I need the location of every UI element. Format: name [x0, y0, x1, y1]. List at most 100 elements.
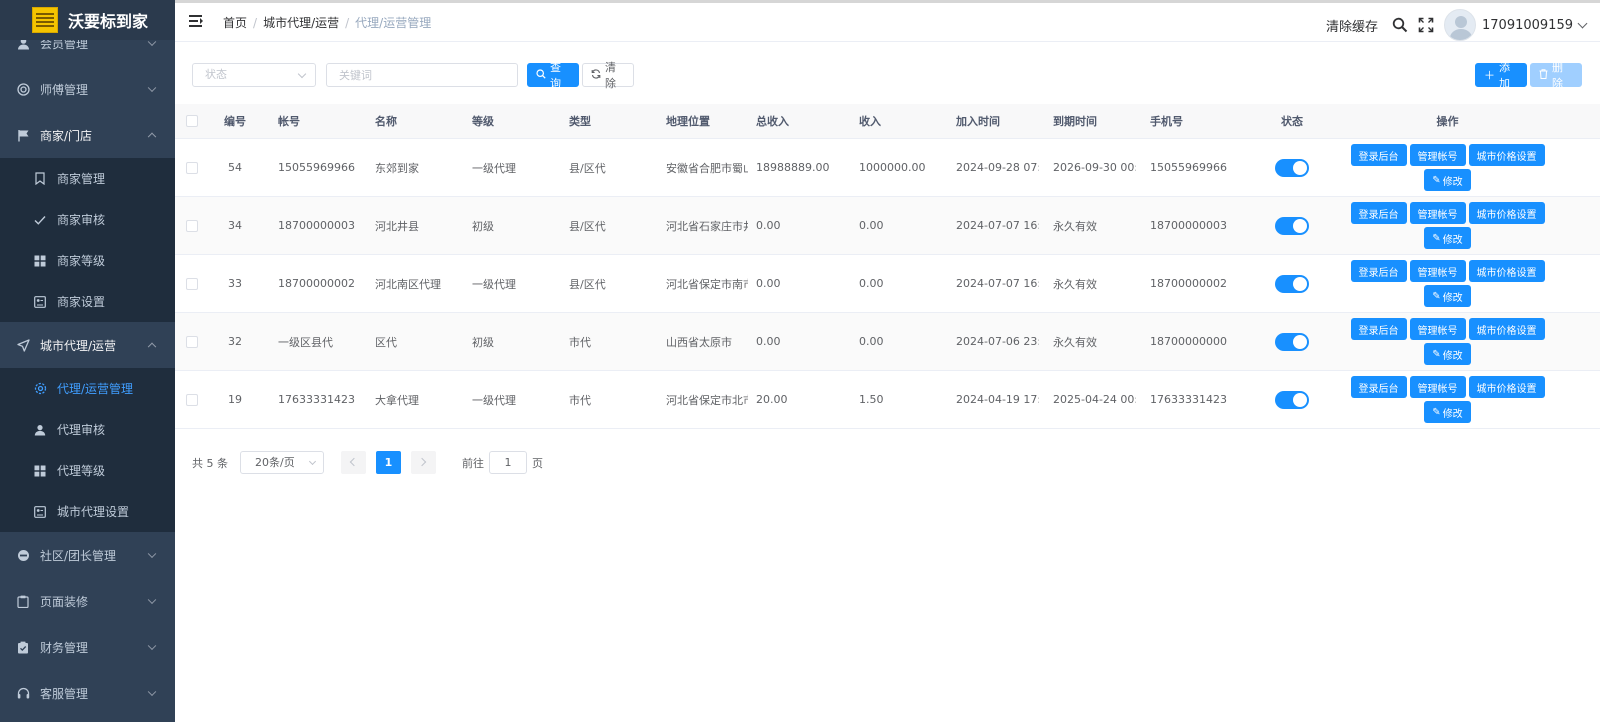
row-checkbox[interactable] — [186, 335, 198, 348]
login-backend-button[interactable]: 登录后台 — [1350, 260, 1407, 282]
chevron-left-icon — [349, 457, 359, 467]
chevron-down-icon[interactable] — [1577, 18, 1588, 28]
sidebar-item-city-agent-settings[interactable]: 城市代理设置 — [0, 491, 175, 532]
cell-level: 初级 — [472, 335, 494, 349]
city-price-settings-button[interactable]: 城市价格设置 — [1468, 376, 1545, 398]
row-checkbox[interactable] — [186, 277, 198, 290]
breadcrumb-home[interactable]: 首页 — [223, 16, 247, 30]
sidebar-item-merchant-level[interactable]: 商家等级 — [0, 240, 175, 281]
grid-icon — [33, 464, 47, 478]
manage-account-button[interactable]: 管理帐号 — [1409, 376, 1466, 398]
headset-icon — [16, 686, 30, 700]
sidebar-item-merchant-settings[interactable]: 商家设置 — [0, 281, 175, 322]
status-toggle[interactable] — [1275, 390, 1309, 409]
edit-button[interactable]: ✎ 修改 — [1424, 169, 1471, 191]
chevron-down-icon — [147, 687, 157, 697]
login-backend-button[interactable]: 登录后台 — [1350, 202, 1407, 224]
cell-name: 区代 — [375, 335, 397, 349]
sidebar-item-customer-service[interactable]: 客服管理 — [0, 670, 175, 716]
goto-page-input[interactable] — [489, 451, 527, 474]
status-select[interactable]: 状态 — [192, 63, 316, 87]
hamburger-icon[interactable] — [189, 14, 203, 28]
edit-icon: ✎ — [1432, 406, 1441, 418]
status-toggle[interactable] — [1275, 332, 1309, 351]
edit-button-label: 修改 — [1442, 350, 1463, 362]
manage-account-button[interactable]: 管理帐号 — [1409, 202, 1466, 224]
page-size-select[interactable]: 20条/页 — [240, 451, 324, 474]
logo[interactable]: 沃要标到家 — [0, 0, 175, 40]
column-header-actions: 操作 — [1436, 115, 1459, 128]
sidebar-item-agent-manage[interactable]: 代理/运营管理 — [0, 368, 175, 409]
settings-card-icon — [33, 295, 47, 309]
sidebar-item-merchant-review[interactable]: 商家审核 — [0, 199, 175, 240]
row-checkbox[interactable] — [186, 161, 198, 174]
add-button[interactable]: ＋ 添加 — [1475, 61, 1527, 90]
login-backend-button[interactable]: 登录后台 — [1350, 144, 1407, 166]
city-price-settings-button[interactable]: 城市价格设置 — [1468, 260, 1545, 282]
next-page-button[interactable] — [411, 451, 436, 474]
avatar[interactable] — [1444, 9, 1477, 41]
column-header-account: 帐号 — [278, 115, 300, 128]
cell-status — [1256, 216, 1328, 235]
search-button[interactable]: 查询 — [527, 61, 579, 90]
username[interactable]: 17091009159 — [1482, 18, 1573, 33]
sidebar-item-finance[interactable]: 财务管理 — [0, 624, 175, 670]
login-backend-button[interactable]: 登录后台 — [1350, 376, 1407, 398]
chevron-down-icon — [147, 83, 157, 93]
sidebar-item-agent-level[interactable]: 代理等级 — [0, 450, 175, 491]
sidebar-item-agent-review[interactable]: 代理审核 — [0, 409, 175, 450]
sidebar-item-merchant-manage[interactable]: 商家管理 — [0, 158, 175, 199]
city-price-settings-button[interactable]: 城市价格设置 — [1468, 144, 1545, 166]
edit-button[interactable]: ✎ 修改 — [1424, 285, 1471, 307]
cell-account: 18700000003 — [278, 219, 355, 232]
select-all-checkbox[interactable] — [186, 115, 198, 127]
sidebar-item-page-decor[interactable]: 页面装修 — [0, 578, 175, 624]
sidebar-item-label: 商家/门店 — [40, 128, 93, 143]
sidebar-item-masters[interactable]: 师傅管理 — [0, 66, 175, 112]
row-checkbox[interactable] — [186, 393, 198, 406]
city-price-settings-button[interactable]: 城市价格设置 — [1468, 202, 1545, 224]
cell-name: 东郊到家 — [375, 161, 419, 175]
breadcrumb-city-agent[interactable]: 城市代理/运营 — [263, 16, 339, 30]
sidebar-item-label: 商家管理 — [57, 172, 106, 186]
status-toggle[interactable] — [1275, 158, 1309, 177]
edit-button[interactable]: ✎ 修改 — [1424, 343, 1471, 365]
cell-total-income: 20.00 — [756, 393, 788, 406]
chevron-down-icon — [147, 549, 157, 559]
clear-cache-button[interactable]: 清除缓存 — [1326, 16, 1378, 35]
search-icon[interactable] — [1392, 17, 1408, 33]
sidebar-item-label: 社区/团长管理 — [40, 548, 117, 563]
sidebar-item-label: 代理等级 — [57, 464, 106, 478]
keyword-input[interactable] — [326, 63, 518, 87]
row-checkbox-cell — [186, 161, 198, 174]
finance-icon — [16, 640, 30, 654]
cell-status — [1256, 390, 1328, 409]
row-checkbox-cell — [186, 219, 198, 232]
row-checkbox[interactable] — [186, 219, 198, 232]
fullscreen-icon[interactable] — [1418, 17, 1434, 33]
prev-page-button[interactable] — [341, 451, 366, 474]
edit-button[interactable]: ✎ 修改 — [1424, 227, 1471, 249]
cell-level: 一级代理 — [472, 277, 516, 291]
cell-type: 县/区代 — [569, 219, 606, 233]
sidebar-item-label: 师傅管理 — [40, 82, 89, 97]
manage-account-button[interactable]: 管理帐号 — [1409, 144, 1466, 166]
manage-account-button[interactable]: 管理帐号 — [1409, 318, 1466, 340]
status-toggle[interactable] — [1275, 216, 1309, 235]
clear-button[interactable]: 清除 — [582, 61, 634, 90]
delete-button[interactable]: 删除 — [1530, 61, 1582, 90]
sidebar-item-merchants[interactable]: 商家/门店 — [0, 112, 175, 158]
cell-account: 18700000002 — [278, 277, 355, 290]
cell-join-time: 2024-07-07 16:40 — [956, 219, 1039, 232]
login-backend-button[interactable]: 登录后台 — [1350, 318, 1407, 340]
check-icon — [33, 213, 47, 227]
page-number-current[interactable]: 1 — [376, 451, 401, 474]
app-root: 沃要标到家 会员管理 师傅管理 商家/门店 商家管理 商家审核 商家等级 商家设… — [0, 0, 1600, 722]
filter-bar: 状态 查询 清除 — [192, 61, 634, 90]
sidebar-item-community[interactable]: 社区/团长管理 — [0, 532, 175, 578]
city-price-settings-button[interactable]: 城市价格设置 — [1468, 318, 1545, 340]
sidebar-item-city-agent[interactable]: 城市代理/运营 — [0, 322, 175, 368]
edit-button[interactable]: ✎ 修改 — [1424, 401, 1471, 423]
manage-account-button[interactable]: 管理帐号 — [1409, 260, 1466, 282]
status-toggle[interactable] — [1275, 274, 1309, 293]
